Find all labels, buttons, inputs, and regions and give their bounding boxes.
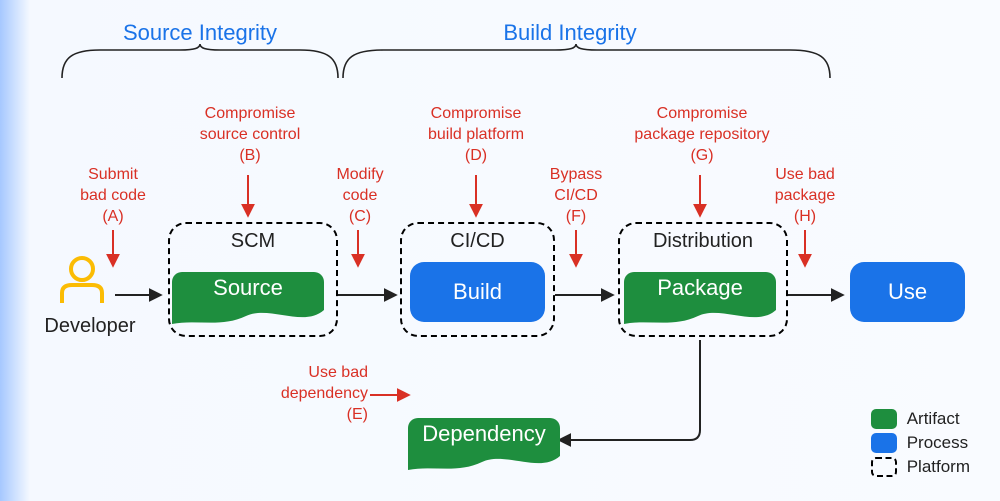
- swatch-artifact: [871, 409, 897, 429]
- brace-source-integrity: [62, 44, 338, 78]
- section-source-integrity: Source Integrity: [90, 20, 310, 46]
- legend-artifact: Artifact: [871, 409, 970, 429]
- threat-f: Bypass CI/CD(F): [545, 165, 607, 227]
- threat-g: Compromise package repository(G): [620, 104, 784, 166]
- swatch-process: [871, 433, 897, 453]
- platform-distribution-label: Distribution: [618, 230, 788, 253]
- person-icon: [62, 258, 102, 303]
- threat-b: Compromise source control(B): [180, 104, 320, 166]
- threat-a: Submit bad code(A): [72, 165, 154, 227]
- node-dependency: Dependency: [408, 421, 560, 447]
- legend-platform: Platform: [871, 457, 970, 477]
- arrow-package-to-dependency: [560, 340, 700, 440]
- node-package: Package: [624, 275, 776, 301]
- legend: Artifact Process Platform: [871, 405, 970, 481]
- platform-cicd-label: CI/CD: [400, 230, 555, 253]
- swatch-platform: [871, 457, 897, 477]
- platform-scm-label: SCM: [168, 230, 338, 253]
- legend-process: Process: [871, 433, 970, 453]
- brace-build-integrity: [343, 44, 830, 78]
- threat-d: Compromise build platform(D): [410, 104, 542, 166]
- threat-c: Modify code(C): [325, 165, 395, 227]
- node-use: Use: [850, 262, 965, 322]
- threat-e: Use bad dependency(E): [268, 363, 368, 425]
- developer-label: Developer: [40, 315, 140, 338]
- section-build-integrity: Build Integrity: [460, 20, 680, 46]
- node-build: Build: [410, 262, 545, 322]
- node-source: Source: [172, 275, 324, 301]
- threat-h: Use bad package(H): [765, 165, 845, 227]
